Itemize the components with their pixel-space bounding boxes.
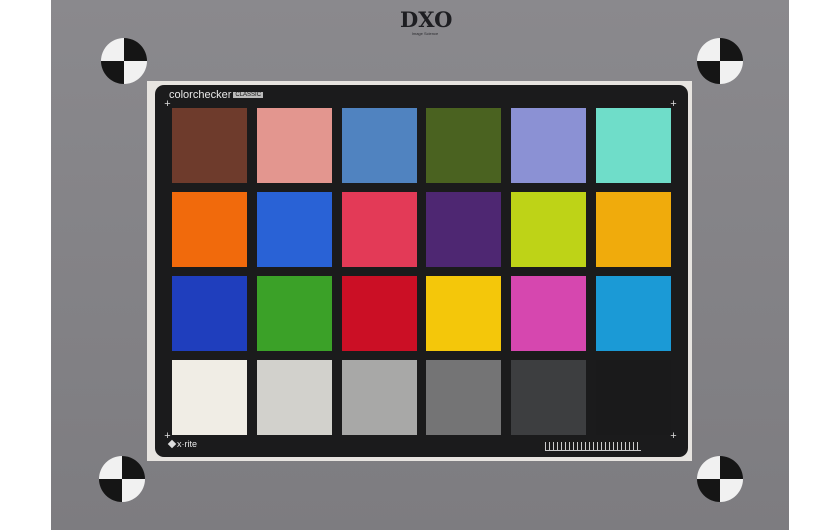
color-patch-5: [511, 108, 586, 183]
color-patch-19: [172, 360, 247, 435]
color-patch-23: [511, 360, 586, 435]
color-patch-1: [172, 108, 247, 183]
color-patch-12: [596, 192, 671, 267]
color-patch-3: [342, 108, 417, 183]
color-patch-20: [257, 360, 332, 435]
colorchecker-card: colorchecker CLASSIC + + + + x·rite: [155, 85, 688, 457]
color-patch-16: [426, 276, 501, 351]
color-patch-6: [596, 108, 671, 183]
card-title-word: colorchecker: [169, 89, 232, 101]
color-patch-24: [596, 360, 671, 435]
card-title-badge: CLASSIC: [233, 92, 264, 99]
color-patch-17: [511, 276, 586, 351]
color-patch-2: [257, 108, 332, 183]
color-patch-21: [342, 360, 417, 435]
registration-target-bottom-right: [697, 456, 743, 502]
color-patch-11: [511, 192, 586, 267]
color-patch-7: [172, 192, 247, 267]
dxo-logo: DXO Image Science: [400, 7, 453, 37]
xrite-logo-icon: [167, 439, 177, 449]
color-patch-9: [342, 192, 417, 267]
brand-text: x·rite: [177, 439, 197, 449]
color-patch-8: [257, 192, 332, 267]
registration-target-top-left: [101, 38, 147, 84]
color-patch-18: [596, 276, 671, 351]
scale-ruler: [545, 442, 641, 451]
color-patch-10: [426, 192, 501, 267]
color-patch-4: [426, 108, 501, 183]
card-title: colorchecker CLASSIC: [169, 89, 264, 101]
color-patch-14: [257, 276, 332, 351]
xrite-brand: x·rite: [167, 439, 197, 449]
color-patch-22: [426, 360, 501, 435]
registration-target-top-right: [697, 38, 743, 84]
registration-target-bottom-left: [99, 456, 145, 502]
color-patch-13: [172, 276, 247, 351]
color-patch-15: [342, 276, 417, 351]
